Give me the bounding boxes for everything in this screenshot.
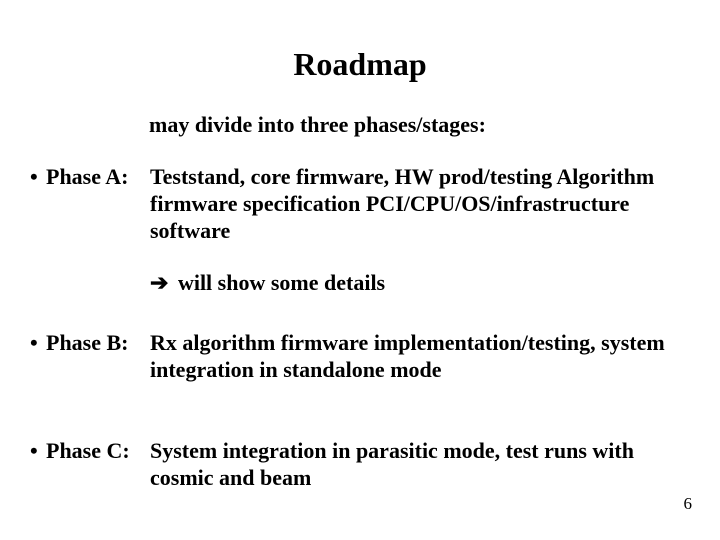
bullet-dot-icon: •	[30, 438, 38, 465]
slide-title: Roadmap	[0, 46, 720, 83]
bullet-dot-icon: •	[30, 164, 38, 191]
phase-b-label: Phase B:	[46, 330, 129, 357]
phase-c-label: Phase C:	[46, 438, 130, 465]
phase-b-body: Rx algorithm firmware implementation/tes…	[150, 330, 690, 384]
detail-text: will show some details	[172, 270, 385, 295]
slide: Roadmap may divide into three phases/sta…	[0, 0, 720, 540]
phase-a-body: Teststand, core firmware, HW prod/testin…	[150, 164, 690, 244]
phase-a-label: Phase A:	[46, 164, 129, 191]
slide-subtitle: may divide into three phases/stages:	[149, 112, 486, 138]
arrow-right-icon: ➔	[150, 270, 168, 295]
detail-line: ➔ will show some details	[150, 270, 385, 296]
bullet-dot-icon: •	[30, 330, 38, 357]
page-number: 6	[684, 494, 693, 514]
phase-c-body: System integration in parasitic mode, te…	[150, 438, 690, 492]
